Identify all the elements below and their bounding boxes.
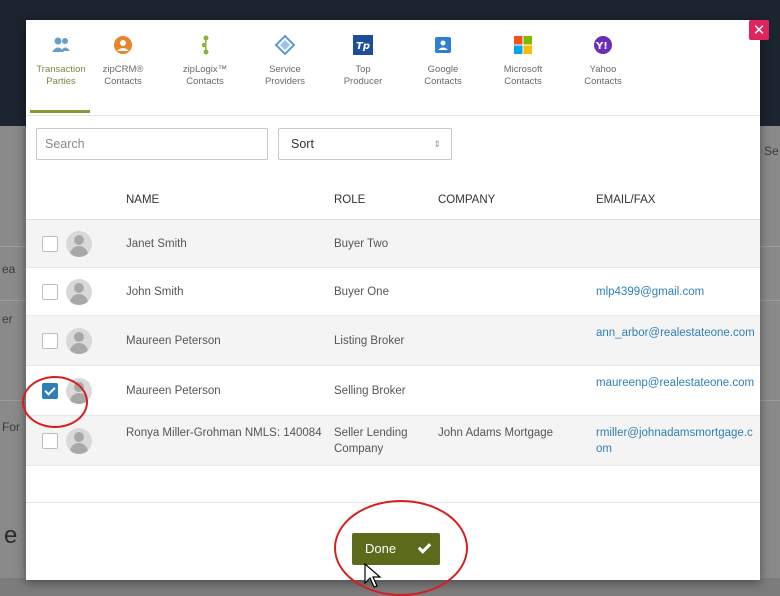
zipcrm-icon <box>112 34 134 56</box>
contact-source-tabs: Transaction Parties zipCRM® Contacts zip… <box>26 20 760 116</box>
background-text-fragment: ea <box>2 262 16 276</box>
contact-name: John Smith <box>126 286 184 298</box>
diamond-icon <box>274 34 296 56</box>
column-header-company[interactable]: COMPANY <box>438 194 495 206</box>
contact-email[interactable]: ann_arbor@realestateone.com <box>596 325 756 341</box>
column-header-email[interactable]: EMAIL/FAX <box>596 194 655 206</box>
row-checkbox[interactable] <box>42 333 58 349</box>
tab-label: Top Producer <box>343 64 383 87</box>
tab-label: Transaction Parties <box>36 64 86 87</box>
contact-email[interactable]: rmiller@johnadamsmortgage.com <box>596 425 756 457</box>
avatar <box>66 231 92 257</box>
column-header-name[interactable]: NAME <box>126 194 159 206</box>
ziplogix-icon <box>194 34 216 56</box>
tab-label: zipCRM® Contacts <box>102 64 144 87</box>
contacts-modal: Transaction Parties zipCRM® Contacts zip… <box>26 20 760 580</box>
tab-google-contacts[interactable]: Google Contacts <box>412 34 474 114</box>
table-header: NAME ROLE COMPANY EMAIL/FAX <box>26 180 760 220</box>
active-tab-indicator <box>30 110 90 113</box>
done-label: Done <box>365 541 397 556</box>
search-input[interactable] <box>36 128 268 160</box>
tab-label: Microsoft Contacts <box>503 64 543 87</box>
top-producer-glyph: Tp <box>356 41 370 52</box>
contact-role: Buyer One <box>334 286 389 298</box>
row-checkbox[interactable] <box>42 383 58 399</box>
tab-label: Google Contacts <box>424 64 462 87</box>
contact-email[interactable]: mlp4399@gmail.com <box>596 284 756 300</box>
row-checkbox[interactable] <box>42 284 58 300</box>
table-row[interactable]: Maureen Peterson Listing Broker ann_arbo… <box>26 316 760 366</box>
contact-name: Janet Smith <box>126 238 187 250</box>
tab-label: Yahoo Contacts <box>584 64 622 87</box>
checkmark-icon <box>417 540 432 554</box>
avatar <box>66 279 92 305</box>
tab-transaction-parties[interactable]: Transaction Parties <box>30 34 92 114</box>
people-icon <box>50 34 72 56</box>
google-contacts-icon <box>432 34 454 56</box>
sort-select[interactable]: Sort ⇕ <box>278 128 452 160</box>
tab-top-producer[interactable]: Tp Top Producer <box>332 34 394 114</box>
tab-microsoft-contacts[interactable]: Microsoft Contacts <box>492 34 554 114</box>
yahoo-icon: Y! <box>592 34 614 56</box>
avatar <box>66 378 92 404</box>
close-button[interactable]: ✕ <box>749 20 769 40</box>
contact-role: Seller Lending Company <box>334 427 408 455</box>
tab-yahoo-contacts[interactable]: Y! Yahoo Contacts <box>572 34 634 114</box>
tab-ziplogix-contacts[interactable]: zipLogix™ Contacts <box>174 34 236 114</box>
top-producer-icon: Tp <box>352 34 374 56</box>
background-text-fragment: er <box>2 312 13 326</box>
column-header-role[interactable]: ROLE <box>334 194 365 206</box>
background-footer <box>0 578 780 596</box>
tab-label: zipLogix™ Contacts <box>182 64 228 87</box>
row-checkbox[interactable] <box>42 236 58 252</box>
row-checkbox[interactable] <box>42 433 58 449</box>
contact-name: Maureen Peterson <box>126 335 221 347</box>
modal-footer: Done <box>26 502 760 580</box>
contact-role: Listing Broker <box>334 335 405 347</box>
contact-name: Ronya Miller-Grohman NMLS: 140084 <box>126 427 322 439</box>
yahoo-glyph: Y! <box>595 41 608 52</box>
contact-email[interactable]: maureenp@realestateone.com <box>596 375 756 391</box>
tab-label: Service Providers <box>264 64 306 87</box>
table-row[interactable]: Maureen Peterson Selling Broker maureenp… <box>26 366 760 416</box>
background-text-fragment: For <box>2 420 20 434</box>
sort-arrows-icon: ⇕ <box>433 139 441 149</box>
background-text-fragment: Se <box>764 144 779 158</box>
contact-role: Buyer Two <box>334 238 389 250</box>
table-row[interactable]: Janet Smith Buyer Two <box>26 220 760 268</box>
table-row[interactable]: Ronya Miller-Grohman NMLS: 140084 Seller… <box>26 416 760 466</box>
mouse-cursor-icon <box>364 562 382 589</box>
tab-zipcrm-contacts[interactable]: zipCRM® Contacts <box>92 34 154 114</box>
avatar <box>66 428 92 454</box>
table-row[interactable]: John Smith Buyer One mlp4399@gmail.com <box>26 268 760 316</box>
microsoft-icon <box>512 34 534 56</box>
contact-role: Selling Broker <box>334 385 406 397</box>
contact-company: John Adams Mortgage <box>438 427 554 439</box>
done-button[interactable]: Done <box>352 533 440 565</box>
sort-label: Sort <box>291 137 314 151</box>
contacts-table: NAME ROLE COMPANY EMAIL/FAX Janet Smith … <box>26 180 760 466</box>
background-text-fragment: e <box>4 522 18 549</box>
avatar <box>66 328 92 354</box>
tab-service-providers[interactable]: Service Providers <box>254 34 316 114</box>
contact-name: Maureen Peterson <box>126 385 221 397</box>
